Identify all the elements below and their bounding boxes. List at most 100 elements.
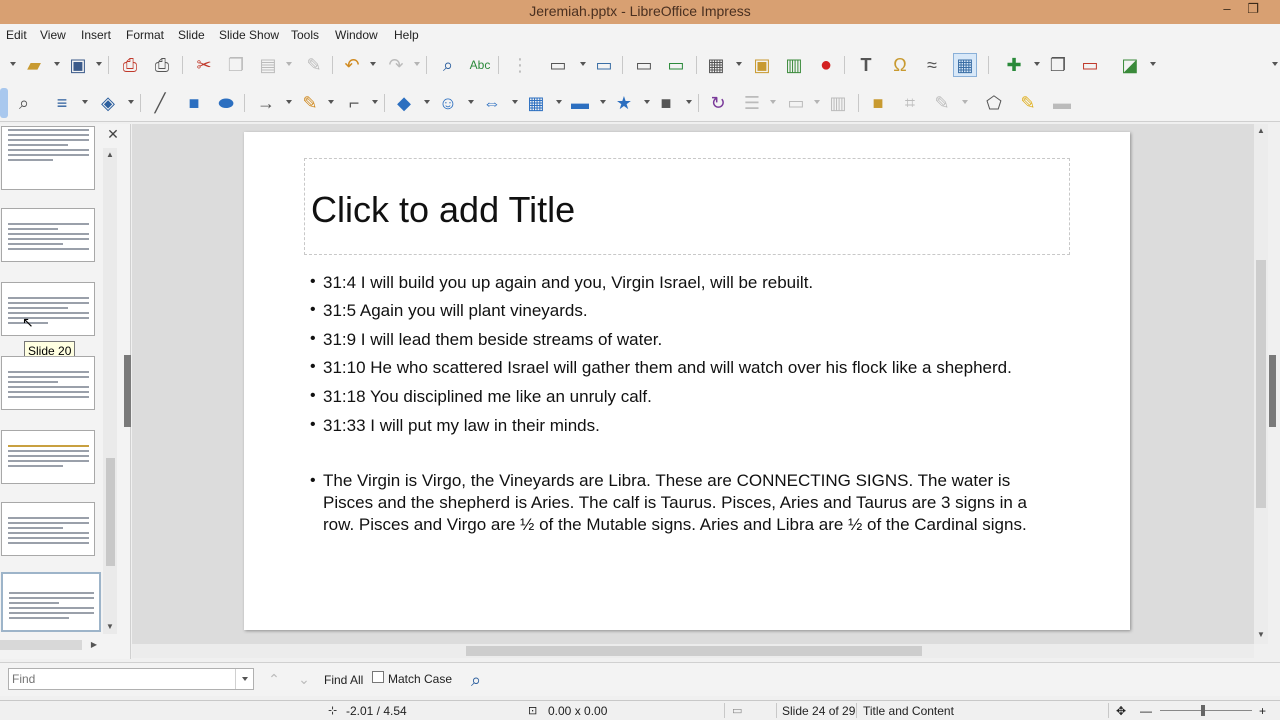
- slide-canvas[interactable]: Click to add Title 31:4 I will build you…: [244, 132, 1130, 630]
- editor-hscrollbar[interactable]: [132, 644, 1254, 658]
- scroll-thumb[interactable]: [106, 458, 115, 566]
- start-from-current-slide-icon[interactable]: ▭: [664, 53, 688, 77]
- copy-icon[interactable]: ❐: [224, 53, 248, 77]
- glue-points-icon[interactable]: ✎: [1016, 91, 1040, 115]
- find-previous-icon[interactable]: ⌃: [262, 667, 286, 691]
- slide-layout-icon[interactable]: ◪: [1118, 53, 1142, 77]
- zoom-pan-icon[interactable]: ⌕: [12, 91, 36, 115]
- menu-view[interactable]: View: [40, 28, 66, 42]
- menu-slide[interactable]: Slide: [178, 28, 205, 42]
- redo-icon[interactable]: ↷: [384, 53, 408, 77]
- find-replace-icon[interactable]: ⌕: [464, 668, 488, 692]
- crop-icon[interactable]: ⌗: [898, 91, 922, 115]
- sidebar-collapse-handle[interactable]: [1269, 355, 1276, 427]
- toolbar-overflow-arrow[interactable]: [1272, 62, 1278, 66]
- zoom-slider-track[interactable]: [1160, 710, 1252, 711]
- filter-icon[interactable]: ✎: [930, 91, 954, 115]
- find-input[interactable]: [9, 669, 235, 689]
- display-views-icon[interactable]: ▭: [544, 53, 572, 77]
- save-dropdown-arrow[interactable]: [96, 62, 102, 66]
- editor-hscroll-thumb[interactable]: [466, 646, 922, 656]
- find-replace-icon[interactable]: ⌕: [436, 53, 460, 77]
- bullet-item[interactable]: 31:5 Again you will plant vineyards.: [310, 302, 588, 319]
- slide-thumbnail[interactable]: [1, 282, 95, 336]
- distribute-icon[interactable]: ▥: [826, 91, 850, 115]
- symbol-shapes-dropdown-arrow[interactable]: [468, 100, 474, 104]
- menu-help[interactable]: Help: [394, 28, 419, 42]
- paste-icon[interactable]: ▤: [256, 53, 280, 77]
- editor-vscrollbar[interactable]: ▲ ▼: [1254, 124, 1268, 644]
- scroll-right-icon[interactable]: ▶: [88, 640, 100, 652]
- slide-thumbnail[interactable]: [1, 356, 95, 410]
- curve-icon[interactable]: ✎: [298, 91, 322, 115]
- minimize-button[interactable]: –: [1214, 1, 1240, 21]
- stars-icon[interactable]: ★: [612, 91, 636, 115]
- fontwork-icon[interactable]: ≈: [920, 53, 944, 77]
- undo-dropdown-arrow[interactable]: [370, 62, 376, 66]
- bullet-item[interactable]: 31:33 I will put my law in their minds.: [310, 417, 600, 434]
- delete-slide-icon[interactable]: ▭: [1078, 53, 1102, 77]
- table-dropdown-arrow[interactable]: [736, 62, 742, 66]
- slide-thumbnail[interactable]: [1, 430, 95, 484]
- slide-pane-scrollbar[interactable]: ▲ ▼: [103, 148, 117, 634]
- callouts-dropdown-arrow[interactable]: [600, 100, 606, 104]
- pane-collapse-handle[interactable]: [124, 355, 131, 427]
- match-case-checkbox[interactable]: [372, 671, 384, 683]
- helplines-icon[interactable]: ▦: [953, 53, 977, 77]
- callouts-icon[interactable]: ▬: [568, 91, 592, 115]
- connector-icon[interactable]: ⌐: [342, 91, 366, 115]
- print-icon[interactable]: ⎙: [150, 53, 174, 77]
- 3d-objects-icon[interactable]: ■: [654, 91, 678, 115]
- menu-edit[interactable]: Edit: [6, 28, 27, 42]
- title-placeholder[interactable]: Click to add Title: [304, 158, 1070, 255]
- image-icon[interactable]: ▣: [750, 53, 774, 77]
- text-box-icon[interactable]: T: [854, 53, 878, 77]
- rotate-icon[interactable]: ↻: [706, 91, 730, 115]
- find-next-icon[interactable]: ⌄: [292, 667, 316, 691]
- shadow-icon[interactable]: ■: [866, 91, 890, 115]
- toggle-extrusion-icon[interactable]: ▬: [1050, 91, 1074, 115]
- 3d-objects-dropdown-arrow[interactable]: [686, 100, 692, 104]
- zoom-slider-thumb[interactable]: [1201, 705, 1205, 716]
- menu-insert[interactable]: Insert: [81, 28, 111, 42]
- symbol-shapes-icon[interactable]: ☺: [436, 91, 460, 115]
- slide-layout-dropdown-arrow[interactable]: [1150, 62, 1156, 66]
- special-character-icon[interactable]: Ω: [888, 53, 912, 77]
- line-color-icon[interactable]: ≡: [50, 91, 74, 115]
- table-icon[interactable]: ▦: [704, 53, 728, 77]
- align-objects-icon[interactable]: ☰: [740, 91, 764, 115]
- arrange-dropdown-arrow[interactable]: [814, 100, 820, 104]
- open-icon[interactable]: ▰: [22, 53, 46, 77]
- connector-dropdown-arrow[interactable]: [372, 100, 378, 104]
- rectangle-icon[interactable]: ■: [182, 91, 206, 115]
- spelling-icon[interactable]: Abc: [468, 53, 492, 77]
- restore-button[interactable]: ❐: [1240, 1, 1266, 21]
- line-icon[interactable]: ╱: [148, 91, 172, 115]
- basic-shapes-dropdown-arrow[interactable]: [424, 100, 430, 104]
- bullet-item[interactable]: 31:4 I will build you up again and you, …: [310, 274, 813, 291]
- new-slide-icon[interactable]: ✚: [1002, 53, 1026, 77]
- duplicate-slide-icon[interactable]: ❐: [1046, 53, 1070, 77]
- points-icon[interactable]: ⬠: [982, 91, 1006, 115]
- display-views-dropdown-arrow[interactable]: [580, 62, 586, 66]
- save-icon[interactable]: ▣: [66, 53, 90, 77]
- flowchart-dropdown-arrow[interactable]: [556, 100, 562, 104]
- new-dropdown-arrow[interactable]: [10, 62, 16, 66]
- start-from-first-slide-icon[interactable]: ▭: [632, 53, 656, 77]
- find-all-button[interactable]: Find All: [324, 673, 363, 687]
- ellipse-icon[interactable]: ⬬: [214, 91, 238, 115]
- line-arrow-icon[interactable]: →: [254, 91, 278, 115]
- basic-shapes-icon[interactable]: ◆: [392, 91, 416, 115]
- filter-dropdown-arrow[interactable]: [962, 100, 968, 104]
- chart-icon[interactable]: ▥: [782, 53, 806, 77]
- scroll-down-icon[interactable]: ▼: [1254, 630, 1268, 642]
- line-color-dropdown-arrow[interactable]: [82, 100, 88, 104]
- scroll-up-icon[interactable]: ▲: [103, 150, 117, 162]
- curve-dropdown-arrow[interactable]: [328, 100, 334, 104]
- slide-thumbnail[interactable]: [1, 502, 95, 556]
- export-pdf-icon[interactable]: ⎙: [118, 53, 142, 77]
- menu-format[interactable]: Format: [126, 28, 164, 42]
- arrows-dropdown-arrow[interactable]: [286, 100, 292, 104]
- bullet-item[interactable]: 31:9 I will lead them beside streams of …: [310, 331, 662, 348]
- menu-slide-show[interactable]: Slide Show: [219, 28, 279, 42]
